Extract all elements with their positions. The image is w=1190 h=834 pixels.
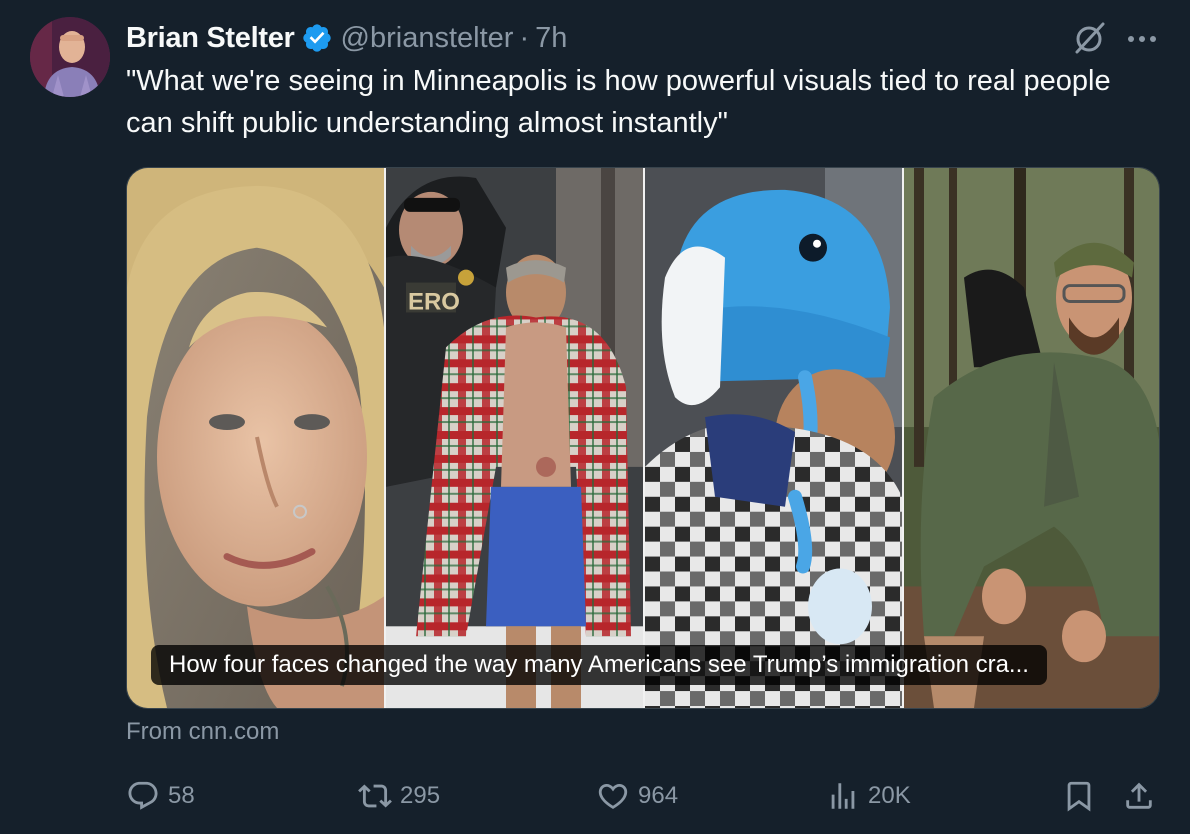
ero-patch-text: ERO: [408, 289, 460, 316]
card-image-panel-3: [645, 168, 902, 708]
repost-button[interactable]: 295: [358, 776, 440, 816]
card-source[interactable]: From cnn.com: [126, 718, 279, 746]
more-icon[interactable]: [1124, 24, 1160, 54]
repost-count: 295: [400, 782, 441, 809]
timestamp[interactable]: 7h: [535, 22, 567, 55]
author-handle[interactable]: @brianstelter: [341, 22, 514, 55]
tweet-header: Brian Stelter @brianstelter · 7h: [126, 20, 567, 56]
heart-icon: [598, 783, 628, 809]
bookmark-icon: [1067, 781, 1091, 812]
views-icon: [831, 783, 855, 809]
share-icon: [1126, 782, 1152, 809]
repost-icon: [358, 784, 392, 808]
bookmark-button[interactable]: [1062, 776, 1096, 816]
like-count: 964: [638, 782, 679, 809]
views-button[interactable]: 20K: [826, 776, 911, 816]
share-button[interactable]: [1122, 776, 1156, 816]
separator-dot: ·: [519, 21, 530, 54]
reply-icon: [128, 781, 158, 810]
reply-button[interactable]: 58: [126, 776, 195, 816]
reply-count: 58: [168, 782, 195, 809]
views-count: 20K: [868, 782, 911, 809]
author-name[interactable]: Brian Stelter: [126, 22, 295, 55]
tweet-text: "What we're seeing in Minneapolis is how…: [126, 65, 1111, 139]
verified-badge-icon[interactable]: [301, 22, 333, 54]
card-caption: How four faces changed the way many Amer…: [151, 645, 1047, 685]
avatar[interactable]: [30, 17, 110, 97]
card-image-panel-1: [127, 168, 384, 708]
link-card[interactable]: ERO How four faces changed the way many …: [126, 167, 1160, 709]
tweet[interactable]: Brian Stelter @brianstelter · 7h "What w…: [0, 0, 1190, 834]
card-image-panel-2: ERO: [386, 168, 643, 708]
grok-icon[interactable]: [1070, 20, 1108, 58]
action-bar: 58 295 964 20K: [126, 776, 1166, 816]
card-image-panel-4: [904, 168, 1159, 708]
like-button[interactable]: 964: [596, 776, 678, 816]
